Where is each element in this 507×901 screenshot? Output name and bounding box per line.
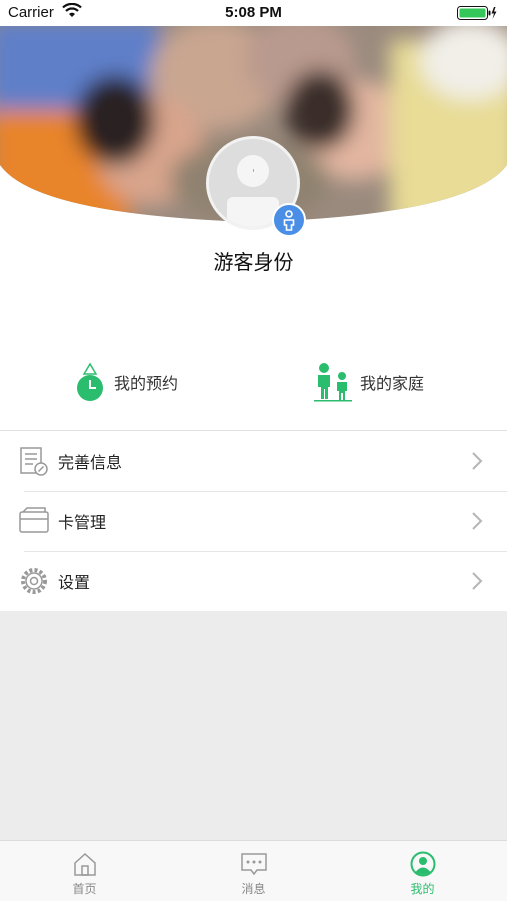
tab-bar: 首页 消息 我的 [0, 840, 507, 901]
my-appointments-button[interactable]: 我的预约 [74, 360, 178, 404]
document-edit-icon [20, 447, 48, 476]
home-icon [73, 852, 96, 876]
menu-item-settings[interactable]: 设置 [0, 551, 507, 611]
tab-label: 首页 [72, 882, 97, 896]
menu-item-label: 完善信息 [58, 453, 123, 472]
message-icon [240, 853, 267, 876]
tab-home[interactable]: 首页 [0, 841, 169, 901]
menu-item-label: 设置 [58, 573, 91, 592]
tab-messages[interactable]: 消息 [169, 841, 338, 901]
menu-item-label: 卡管理 [58, 513, 107, 532]
clock-icon [77, 362, 103, 401]
chevron-right-icon [472, 452, 483, 470]
chevron-right-icon [472, 572, 483, 590]
tab-label: 我的 [410, 882, 435, 896]
card-icon [19, 507, 49, 533]
my-family-label: 我的家庭 [360, 374, 425, 393]
chevron-right-icon [472, 512, 483, 530]
user-badge-icon [272, 203, 306, 237]
tab-mine[interactable]: 我的 [338, 841, 507, 901]
my-appointments-label: 我的预约 [114, 374, 179, 393]
username: 游客身份 [213, 250, 294, 274]
status-bar: Carrier 5:08 PM [0, 0, 507, 26]
menu-item-card-management[interactable]: 卡管理 [0, 491, 507, 551]
settings-menu: 完善信息 卡管理 设置 [0, 430, 507, 611]
battery-icon [457, 6, 497, 20]
profile-icon [410, 851, 435, 877]
tab-label: 消息 [241, 882, 266, 896]
menu-item-complete-info[interactable]: 完善信息 [0, 431, 507, 491]
gear-icon [21, 568, 47, 594]
my-family-button[interactable]: 我的家庭 [314, 360, 424, 404]
status-time: 5:08 PM [225, 4, 282, 21]
family-icon [314, 363, 352, 402]
